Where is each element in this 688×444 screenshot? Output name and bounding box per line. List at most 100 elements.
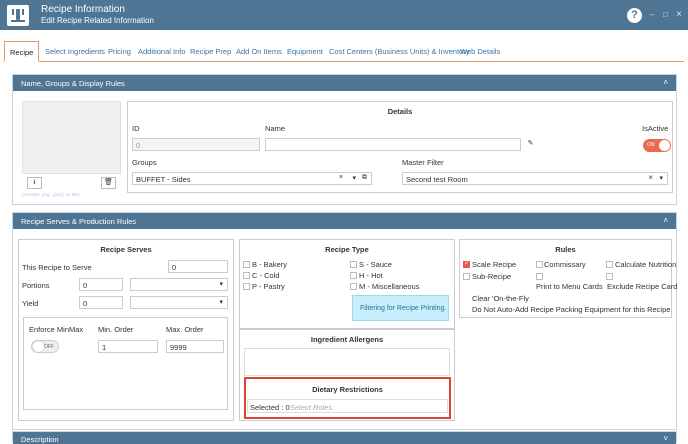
isactive-label: IsActive [642, 124, 669, 133]
tab-bar: Recipe Select Ingredients Pricing Additi… [4, 41, 684, 62]
calc-nutrition-label: Calculate Nutrition [615, 260, 677, 269]
id-field[interactable]: 0 [132, 138, 260, 151]
allergens-title: Ingredient Allergens [310, 335, 384, 344]
min-order-field[interactable]: 1 [98, 340, 158, 353]
tab-add-on-items[interactable]: Add On Items [236, 47, 282, 56]
groups-select[interactable]: BUFFET - Sides × ▾ ⧉ [132, 172, 372, 185]
panel-header[interactable]: Description ˅ [13, 432, 676, 444]
sub-recipe-label: Sub-Recipe [472, 272, 512, 281]
tab-recipe-prep[interactable]: Recipe Prep [190, 47, 231, 56]
type-checkbox[interactable] [243, 261, 250, 268]
type-checkbox[interactable] [350, 283, 357, 290]
type-checkbox[interactable] [243, 272, 250, 279]
scale-recipe-checkbox[interactable] [463, 260, 470, 268]
maximize-icon[interactable]: □ [663, 10, 668, 19]
dietary-title: Dietary Restrictions [312, 385, 383, 394]
panel-header[interactable]: Recipe Serves & Production Rules ˄ [13, 213, 676, 229]
minimize-icon[interactable]: – [650, 10, 654, 19]
groups-label: Groups [132, 158, 157, 167]
calc-nutrition-checkbox[interactable] [606, 261, 613, 268]
commissary-checkbox[interactable] [536, 261, 543, 268]
portions-label: Portions [22, 281, 50, 290]
clear-fly-label[interactable]: Clear 'On-the-Fly [472, 294, 529, 303]
type-checkbox[interactable] [350, 272, 357, 279]
max-order-label: Max. Order [166, 325, 204, 334]
print-menu-checkbox[interactable] [536, 273, 543, 280]
image-placeholder[interactable] [22, 101, 121, 174]
copy-icon[interactable]: ⧉ [362, 174, 367, 182]
isactive-state: ON [647, 142, 655, 148]
allergens-list[interactable] [244, 348, 450, 376]
chevron-down-icon[interactable]: ▾ [352, 174, 356, 182]
enforce-label: Enforce MinMax [29, 325, 84, 334]
rules-title: Rules [555, 245, 576, 254]
groups-value: BUFFET - Sides [136, 175, 191, 184]
chevron-down-icon: ▾ [219, 281, 223, 288]
panel-title: Recipe Serves & Production Rules [21, 217, 137, 226]
recipe-type-title: Recipe Type [325, 245, 369, 254]
rules-box: Rules Scale Recipe Commissary Calculate … [459, 239, 677, 318]
yield-label: Yield [22, 299, 39, 308]
type-option[interactable]: S - Sauce [350, 260, 392, 269]
serve-label: This Recipe to Serve [22, 263, 92, 272]
window-subtitle: Edit Recipe Related Information [41, 16, 154, 25]
tab-pricing[interactable]: Pricing [108, 47, 131, 56]
clear-icon[interactable]: × [339, 174, 343, 181]
recipe-type-box: Recipe Type B - Bakery C - Cold P - Past… [239, 239, 455, 329]
no-auto-add-label[interactable]: Do Not Auto-Add Recipe Packing Equipment… [472, 305, 670, 314]
master-filter-select[interactable]: Second test Room × ▾ [402, 172, 668, 185]
dietary-highlight: Dietary Restrictions Selected : 0 Select… [244, 377, 451, 419]
serve-field[interactable]: 0 [168, 260, 228, 273]
image-hint: (Accepts .png, .jpeg | 10 Mb) [22, 192, 80, 197]
pencil-icon[interactable]: ✎ [523, 139, 538, 151]
upload-icon[interactable]: ⭳ [27, 177, 42, 189]
isactive-toggle[interactable]: ON [643, 139, 671, 152]
exclude-card-label: Exclude Recipe Card [607, 282, 678, 291]
tab-select-ingredients[interactable]: Select Ingredients [45, 47, 105, 56]
scale-recipe-label: Scale Recipe [472, 260, 517, 269]
type-checkbox[interactable] [350, 261, 357, 268]
tab-web-details[interactable]: Web Details [460, 47, 500, 56]
fork-knife-icon [7, 5, 29, 26]
close-icon[interactable]: × [676, 9, 682, 20]
window-title: Recipe Information [41, 4, 125, 15]
filter-note: Filtering for Recipe Printing. [352, 295, 449, 321]
portions-field[interactable]: 0 [79, 278, 123, 291]
clear-icon[interactable]: × [648, 173, 653, 182]
type-option[interactable]: B - Bakery [243, 260, 287, 269]
exclude-card-checkbox[interactable] [606, 273, 613, 280]
tab-equipment[interactable]: Equipment [287, 47, 323, 56]
print-menu-label: Print to Menu Cards [536, 282, 603, 291]
tab-recipe[interactable]: Recipe [4, 41, 40, 62]
chevron-down-icon[interactable]: ▾ [659, 174, 663, 182]
name-label: Name [265, 124, 286, 133]
type-checkbox[interactable] [243, 283, 250, 290]
yield-unit-select[interactable]: ▾ [130, 296, 228, 309]
yield-field[interactable]: 0 [79, 296, 123, 309]
trash-icon[interactable]: 🗑 [101, 177, 116, 189]
chevron-up-icon[interactable]: ˄ [663, 216, 668, 225]
tab-cost-centers[interactable]: Cost Centers (Business Units) & Inventor… [329, 47, 469, 56]
chevron-up-icon[interactable]: ˄ [663, 78, 668, 87]
help-icon[interactable]: ? [627, 8, 642, 23]
type-option[interactable]: H - Hot [350, 271, 383, 280]
dietary-select[interactable]: Selected : 0 Select Roles [247, 399, 448, 413]
master-filter-value: Second test Room [406, 175, 468, 184]
sub-recipe-checkbox[interactable] [463, 273, 470, 280]
chevron-down-icon[interactable]: ˅ [663, 434, 668, 443]
tab-additional-info[interactable]: Additional Info [138, 47, 186, 56]
max-order-field[interactable]: 9999 [166, 340, 224, 353]
type-option[interactable]: C - Cold [243, 271, 280, 280]
details-title: Details [387, 107, 413, 116]
enforce-state: OFF [44, 344, 54, 350]
portions-unit-select[interactable]: ▾ [130, 278, 228, 291]
enforce-toggle[interactable]: OFF [31, 340, 59, 353]
type-option[interactable]: M - Miscellaneous [350, 282, 419, 291]
dietary-placeholder: Select Roles [290, 403, 333, 412]
title-bar: Recipe Information Edit Recipe Related I… [0, 0, 688, 30]
name-field[interactable] [265, 138, 521, 151]
panel-header[interactable]: Name, Groups & Display Rules ˄ [13, 75, 676, 91]
description-panel: Description ˅ [12, 431, 677, 444]
min-order-label: Min. Order [98, 325, 134, 334]
type-option[interactable]: P - Pastry [243, 282, 285, 291]
